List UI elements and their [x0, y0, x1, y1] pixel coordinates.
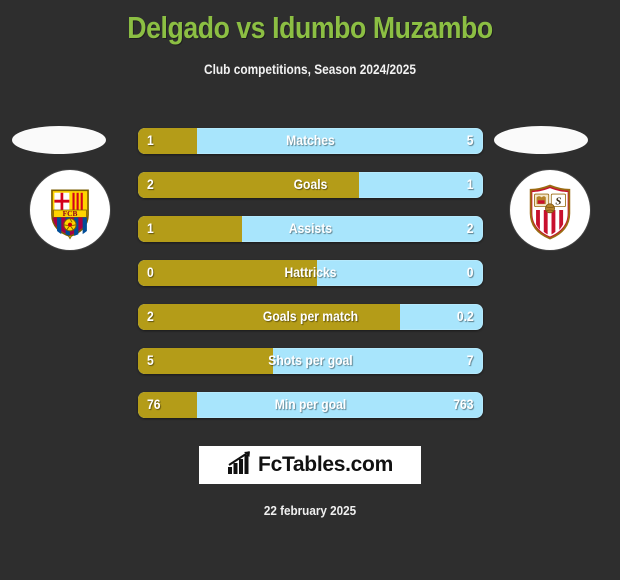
away-value: 0.2 [457, 309, 474, 324]
table-row: 0 Hattricks 0 [138, 260, 483, 286]
stat-label: Min per goal [274, 397, 347, 412]
svg-text:S: S [555, 196, 561, 208]
stat-label: Goals per match [262, 309, 359, 324]
home-value: 0 [147, 265, 154, 280]
stat-comparison-bars: 1 Matches 5 2 Goals 1 1 Assists 2 0 Hatt… [138, 128, 483, 418]
away-value: 5 [467, 133, 474, 148]
date-label: 22 february 2025 [263, 503, 357, 518]
away-value: 2 [467, 221, 474, 236]
away-value: 1 [467, 177, 474, 192]
stat-label: Hattricks [284, 265, 337, 280]
home-value: 2 [147, 177, 154, 192]
home-value: 2 [147, 309, 154, 324]
page-title: Delgado vs Idumbo Muzambo [127, 10, 493, 45]
barcelona-crest-icon: FCB [30, 170, 110, 250]
table-row: 5 Shots per goal 7 [138, 348, 483, 374]
table-row: 1 Assists 2 [138, 216, 483, 242]
home-value: 1 [147, 221, 154, 236]
away-value: 0 [467, 265, 474, 280]
home-value: 5 [147, 353, 154, 368]
stat-label: Goals [293, 177, 328, 192]
fctables-logo-text: FcTables.com [258, 453, 393, 476]
table-row: 2 Goals per match 0.2 [138, 304, 483, 330]
away-value: 763 [453, 397, 474, 412]
fctables-logo[interactable]: FcTables.com [199, 446, 421, 484]
home-logo-ellipse-decoration [12, 126, 106, 154]
away-logo-ellipse-decoration [494, 126, 588, 154]
away-team-badge: S [500, 170, 600, 270]
stat-label: Assists [288, 221, 333, 236]
away-value: 7 [467, 353, 474, 368]
page-subtitle: Club competitions, Season 2024/2025 [204, 62, 416, 77]
stat-label: Matches [286, 133, 335, 148]
home-team-badge: FCB [20, 170, 120, 270]
sevilla-crest-icon: S [510, 170, 590, 250]
table-row: 76 Min per goal 763 [138, 392, 483, 418]
svg-text:FCB: FCB [63, 209, 78, 218]
home-value: 1 [147, 133, 154, 148]
stat-label: Shots per goal [268, 353, 353, 368]
bar-chart-icon [227, 450, 253, 480]
table-row: 1 Matches 5 [138, 128, 483, 154]
table-row: 2 Goals 1 [138, 172, 483, 198]
